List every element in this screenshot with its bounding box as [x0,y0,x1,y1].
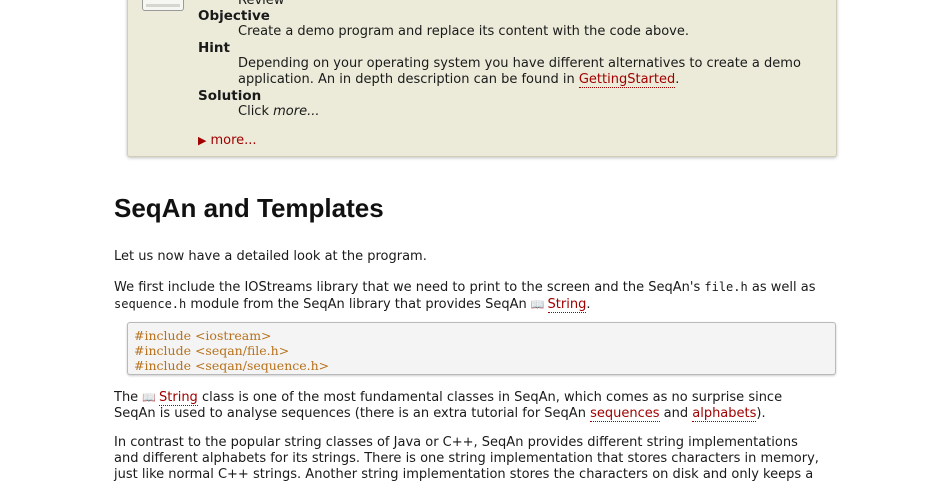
triangle-right-icon: ▶ [198,134,207,147]
hint-text-line1: Depending on your operating system you h… [238,56,801,71]
code-line: #include <seqan/sequence.h> [134,358,330,373]
paragraph-string-text-c: SeqAn is used to analyse sequences (ther… [114,406,591,421]
paragraph-string-text-b: class is one of the most fundamental cla… [197,390,783,405]
more-link[interactable]: more... [210,133,256,148]
paragraph-includes-text-a: We first include the IOStreams library t… [114,280,705,295]
hint-text-line2: application. An in depth description can… [238,72,679,88]
paragraph-includes-text-d: . [586,297,591,312]
paragraph-intro: Let us now have a detailed look at the p… [114,249,427,264]
objective-text: Create a demo program and replace its co… [238,24,689,39]
paragraph-string-text-e: ). [756,406,766,421]
objective-label: Objective [198,8,270,24]
code-block: #include <iostream> #include <seqan/file… [127,322,836,375]
code-sequence-h: sequence.h [114,297,187,311]
assignment-partial-text: Review [238,0,285,8]
book-icon: 📖 [530,298,545,311]
paragraph-impl-line2: and different alphabets for its strings.… [114,451,819,466]
book-icon: 📖 [142,391,157,404]
code-line: #include <iostream> [134,328,272,343]
hint-text-line2-post: . [675,72,680,87]
paragraph-impl-line1: In contrast to the popular string classe… [114,435,798,450]
paragraph-string-class: The 📖 String class is one of the most fun… [114,390,854,422]
solution-text-pre: Click [238,104,274,119]
sequences-link[interactable]: sequences [590,406,660,422]
solution-text-em: more... [273,104,320,119]
hint-text-line2-pre: application. An in depth description can… [238,72,579,87]
paragraph-impl-line3: just like normal C++ strings. Another st… [114,467,814,482]
gettingstarted-link[interactable]: GettingStarted [578,72,676,88]
more-toggle[interactable]: ▶ more... [198,133,257,148]
solution-text: Click more... [238,104,319,120]
paragraph-includes: We first include the IOStreams library t… [114,279,854,313]
code-file-h: file.h [704,280,748,294]
solution-label: Solution [198,88,262,104]
assignment-icon [142,0,184,11]
section-title: SeqAn and Templates [114,193,384,223]
paragraph-includes-text-c: module from the SeqAn library that provi… [186,297,531,312]
paragraph-includes-text-b: as well as [747,280,816,295]
paragraph-string-text-d: and [659,406,693,421]
string-link[interactable]: String [547,297,587,313]
string-link-2[interactable]: String [159,390,198,406]
alphabets-link[interactable]: alphabets [692,406,757,422]
paragraph-string-text-a: The [114,390,143,405]
code-line: #include <seqan/file.h> [134,343,290,358]
hint-label: Hint [198,40,230,56]
paragraph-implementations: In contrast to the popular string classe… [114,435,854,483]
